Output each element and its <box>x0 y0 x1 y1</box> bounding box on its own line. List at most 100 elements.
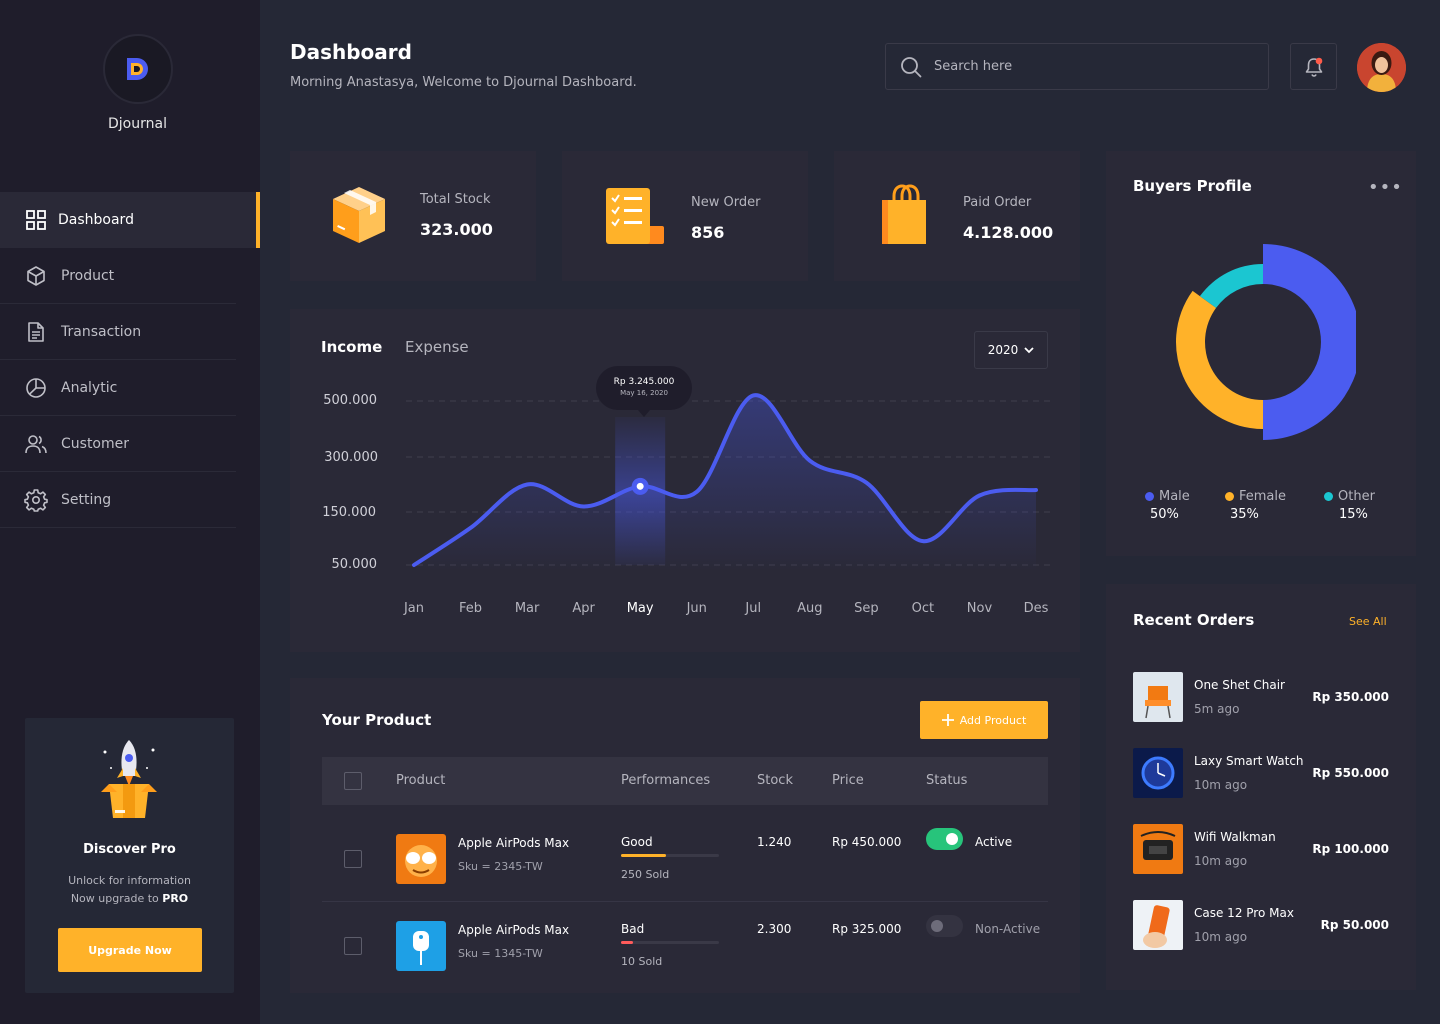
column-header: Stock <box>757 773 793 788</box>
sidebar-item-label: Customer <box>61 435 130 452</box>
section-title: Your Product <box>322 711 432 729</box>
legend-dot <box>1145 492 1154 501</box>
sidebar-item-label: Dashboard <box>58 212 134 228</box>
sold-count: 250 Sold <box>621 868 670 881</box>
donut-slice-female[interactable] <box>1176 290 1263 429</box>
search-icon <box>901 56 922 77</box>
legend-label: Male <box>1159 489 1190 504</box>
stat-label: Paid Order <box>963 195 1032 210</box>
table-row[interactable]: Apple AirPods Max Sku = 2345-TW Good 250… <box>322 828 1048 921</box>
column-header: Product <box>396 773 446 788</box>
section-title: Buyers Profile <box>1133 177 1252 195</box>
order-item[interactable]: Wifi Walkman 10m ago Rp 100.000 <box>1133 824 1389 876</box>
promo-text: Unlock for information Now upgrade to PR… <box>25 872 234 908</box>
donut-slice-male[interactable] <box>1263 244 1356 440</box>
see-all-link[interactable]: See All <box>1349 615 1387 628</box>
legend-value: 50% <box>1150 507 1179 522</box>
status-toggle[interactable] <box>926 828 963 850</box>
legend-item-female: Female 35% <box>1225 489 1286 522</box>
document-icon <box>24 320 48 344</box>
promo-line-2-prefix: Now upgrade to <box>70 892 163 905</box>
checklist-icon <box>606 188 664 244</box>
sidebar-nav: Dashboard Product Transaction Analytic C… <box>0 192 260 528</box>
sidebar-item-product[interactable]: Product <box>0 248 236 304</box>
box-icon <box>333 187 385 243</box>
donut-slice-other[interactable] <box>1199 264 1263 308</box>
recent-orders-card: Recent Orders See All One Shet Chair 5m … <box>1106 584 1416 990</box>
x-tick-label: Aug <box>797 601 823 616</box>
stat-value: 4.128.000 <box>963 223 1054 242</box>
status-label: Active <box>975 835 1013 849</box>
search-input[interactable] <box>934 59 1234 74</box>
add-product-button[interactable]: Add Product <box>920 701 1048 739</box>
page-title: Dashboard <box>290 40 412 64</box>
x-tick-label: Jun <box>686 601 707 616</box>
tooltip-value: Rp 3.245.000 <box>613 377 675 387</box>
x-tick-label: May <box>626 601 654 616</box>
search-box <box>885 43 1269 90</box>
stat-card-total-stock[interactable]: Total Stock 323.000 <box>290 151 536 281</box>
price-value: Rp 450.000 <box>832 835 902 849</box>
row-checkbox[interactable] <box>344 850 362 868</box>
brand-name: Djournal <box>108 116 167 132</box>
price-value: Rp 325.000 <box>832 922 902 936</box>
sidebar-item-transaction[interactable]: Transaction <box>0 304 236 360</box>
stat-card-new-order[interactable]: New Order 856 <box>562 151 808 281</box>
performance-label: Bad <box>621 922 645 936</box>
buyers-profile-card: Buyers Profile ••• Male 50% Female 35% O… <box>1106 151 1416 556</box>
status-toggle[interactable] <box>926 915 963 937</box>
sold-count: 10 Sold <box>621 955 663 968</box>
legend-value: 15% <box>1339 507 1368 522</box>
brand-logo[interactable] <box>103 34 173 104</box>
user-avatar[interactable] <box>1357 43 1406 92</box>
legend-label: Other <box>1338 489 1375 504</box>
product-name: Apple AirPods Max <box>458 923 570 937</box>
stat-card-paid-order[interactable]: Paid Order 4.128.000 <box>834 151 1080 281</box>
sidebar-item-label: Transaction <box>61 323 142 340</box>
row-checkbox[interactable] <box>344 937 362 955</box>
income-chart-card: Income Expense 2020 500.000 300.000 150.… <box>290 309 1080 652</box>
order-price: Rp 50.000 <box>1320 918 1389 932</box>
product-sku: Sku = 1345-TW <box>458 947 543 960</box>
order-thumbnail <box>1133 824 1183 874</box>
sidebar-item-analytic[interactable]: Analytic <box>0 360 236 416</box>
legend-dot <box>1324 492 1333 501</box>
performance-bar-fill <box>621 941 633 944</box>
order-thumbnail <box>1133 748 1183 798</box>
select-all-checkbox[interactable] <box>344 772 362 790</box>
order-item[interactable]: Case 12 Pro Max 10m ago Rp 50.000 <box>1133 900 1389 952</box>
sidebar-item-label: Analytic <box>61 379 118 396</box>
product-thumbnail <box>396 834 446 884</box>
order-thumbnail <box>1133 900 1183 950</box>
order-item[interactable]: One Shet Chair 5m ago Rp 350.000 <box>1133 672 1389 724</box>
notification-button[interactable] <box>1290 43 1337 90</box>
legend-item-male: Male 50% <box>1145 489 1190 522</box>
data-point-may[interactable] <box>631 477 649 495</box>
order-item[interactable]: Laxy Smart Watch 10m ago Rp 550.000 <box>1133 748 1389 800</box>
sidebar-item-dashboard[interactable]: Dashboard <box>0 192 260 248</box>
toggle-knob <box>931 920 943 932</box>
more-options-icon[interactable]: ••• <box>1368 177 1403 198</box>
pie-chart-icon <box>24 376 48 400</box>
data-points <box>631 477 649 495</box>
x-tick-label: Feb <box>459 601 483 616</box>
sidebar-item-label: Product <box>61 267 115 284</box>
table-row[interactable]: Apple AirPods Max Sku = 1345-TW Bad 10 S… <box>322 915 1048 1008</box>
column-header: Status <box>926 773 968 788</box>
toggle-knob <box>946 833 958 845</box>
your-product-card: Your Product Add Product Product Perform… <box>290 678 1080 993</box>
avatar-image <box>1357 43 1406 92</box>
stat-label: Total Stock <box>420 192 491 207</box>
legend-item-other: Other 15% <box>1324 489 1375 522</box>
order-time: 5m ago <box>1194 702 1240 716</box>
performance-bar <box>621 941 719 944</box>
buyers-donut-chart <box>1176 244 1356 440</box>
product-thumbnail <box>396 921 446 971</box>
x-tick-label: Nov <box>966 601 993 616</box>
sidebar-item-setting[interactable]: Setting <box>0 472 236 528</box>
upgrade-now-button[interactable]: Upgrade Now <box>58 928 202 972</box>
promo-line-2-bold: PRO <box>162 892 189 905</box>
sidebar-item-customer[interactable]: Customer <box>0 416 236 472</box>
order-thumbnail <box>1133 672 1183 722</box>
order-name: Case 12 Pro Max <box>1194 906 1294 920</box>
